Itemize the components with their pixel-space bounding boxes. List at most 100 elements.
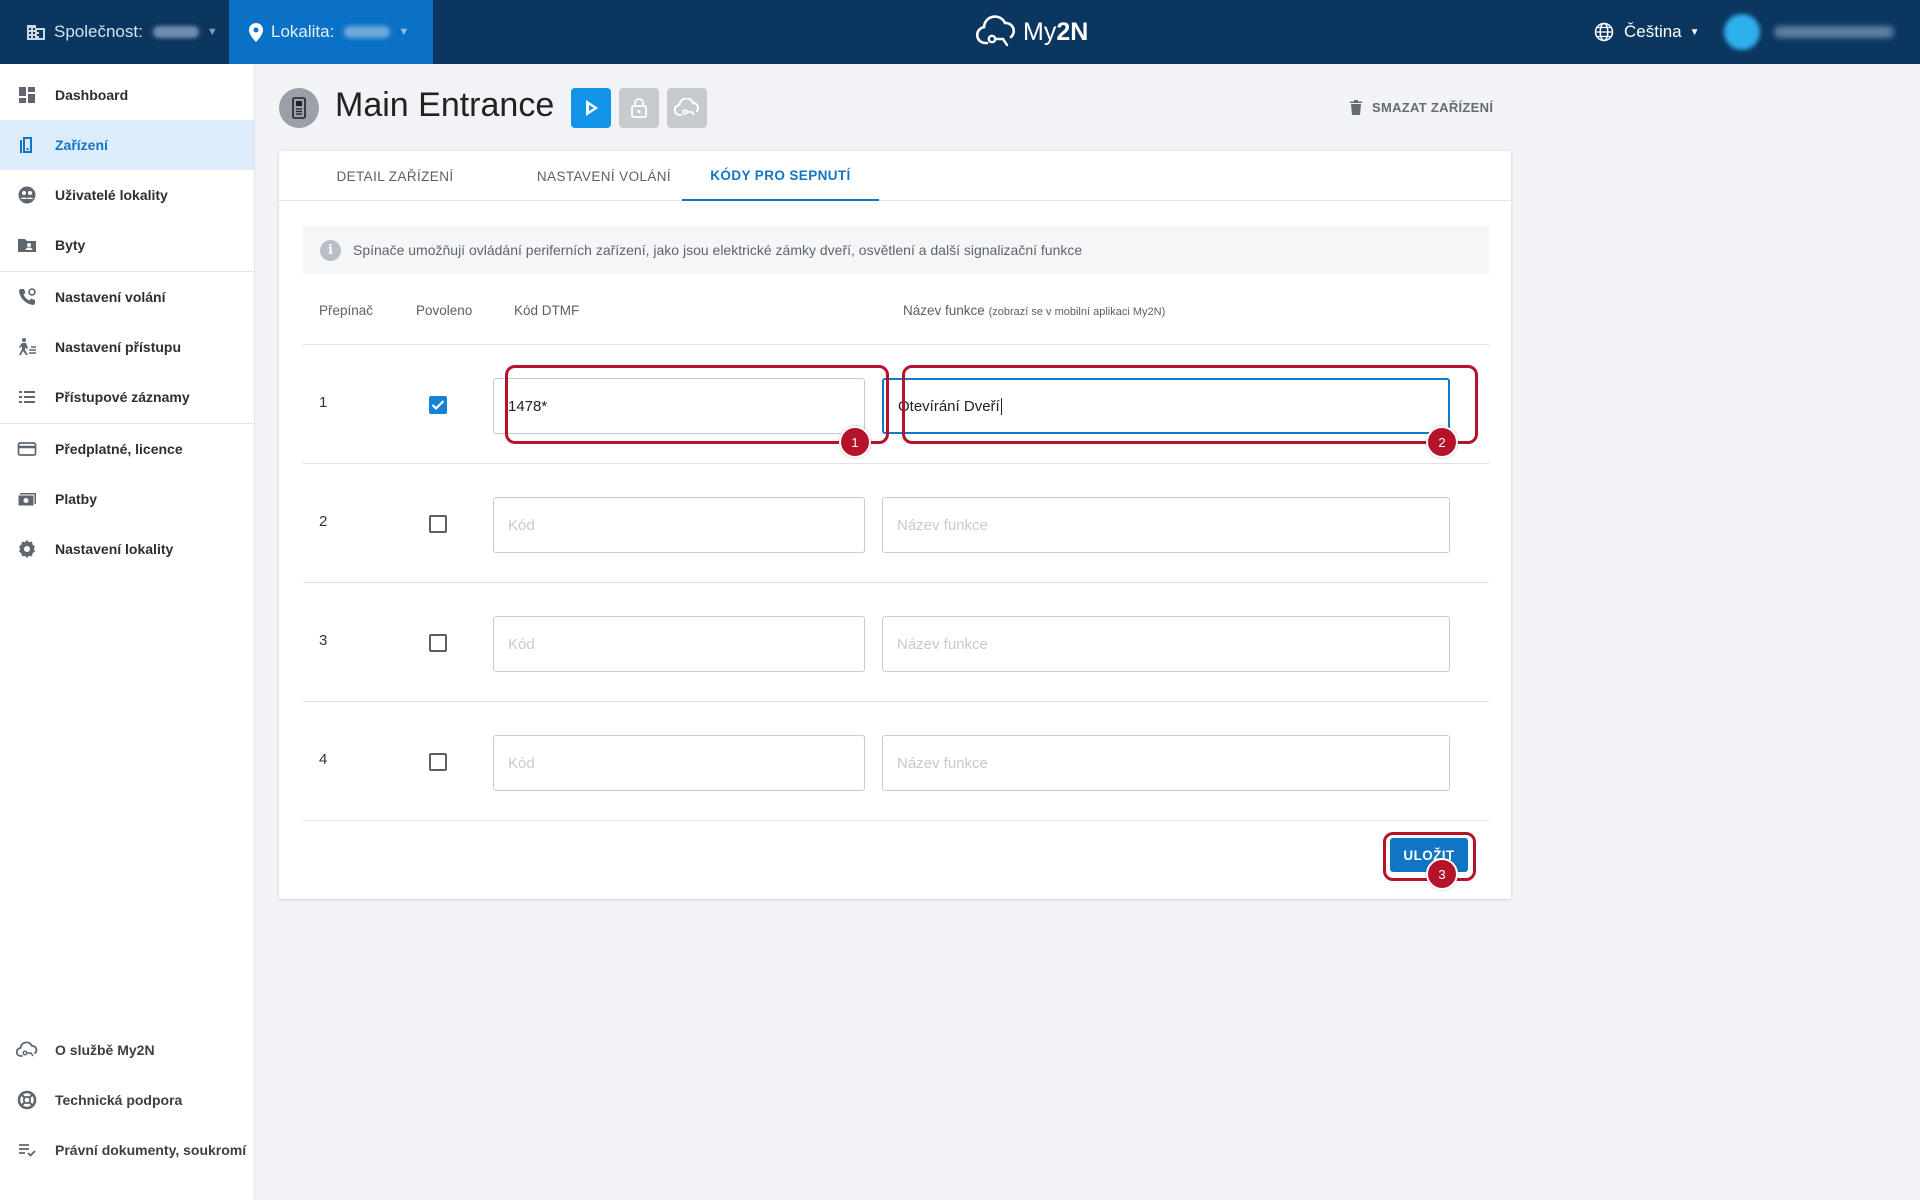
device-web-button[interactable] [571,88,611,128]
cloud-icon [16,1039,38,1061]
step-marker: 2 [1426,426,1458,458]
enabled-checkbox[interactable] [429,753,447,771]
caret-down-icon: ▼ [1689,26,1700,38]
apartments-icon [16,234,38,256]
my2n-logo[interactable]: My 2N [975,13,1088,51]
sidebar-item-devices[interactable]: Zařízení [0,120,254,170]
dtmf-code-input[interactable]: Kód [493,497,865,553]
users-icon [16,184,38,206]
highlight-frame-code [505,365,889,444]
tab-label: DETAIL ZAŘÍZENÍ [336,168,454,184]
step-marker: 3 [1426,858,1458,890]
tab-call-settings[interactable]: NASTAVENÍ VOLÁNÍ [511,151,697,201]
dtmf-code-placeholder: Kód [508,754,535,772]
location-pin-icon [249,22,263,42]
dashboard-icon [16,84,38,106]
lock-icon [631,98,647,118]
enabled-checkbox[interactable] [429,396,447,414]
dtmf-code-placeholder: Kód [508,516,535,534]
dtmf-code-input[interactable]: Kód [493,735,865,791]
locality-selector[interactable]: Lokalita: ▼ [229,0,433,64]
tab-bar: DETAIL ZAŘÍZENÍ NASTAVENÍ VOLÁNÍ KÓDY PR… [279,151,1511,201]
row-number: 3 [319,632,328,649]
support-icon [16,1089,38,1111]
sidebar-item-legal[interactable]: Právní dokumenty, soukromí [0,1125,254,1175]
access-log-icon [16,386,38,408]
function-name-placeholder: Název funkce [897,635,988,653]
building-icon [27,25,45,40]
sidebar-item-users[interactable]: Uživatelé lokality [0,170,254,220]
company-selector[interactable]: Společnost: ▼ [0,0,229,64]
table-row: 2 Kód Název funkce [303,464,1489,583]
sidebar-item-access-log[interactable]: Přístupové záznamy [0,372,254,422]
payments-icon [16,488,38,510]
device-icon [16,134,38,156]
enabled-checkbox[interactable] [429,634,447,652]
subscription-icon [16,438,38,460]
highlight-frame-name [902,365,1478,444]
sidebar-item-label: Zařízení [55,137,108,153]
globe-icon [1594,22,1614,42]
info-text: Spínače umožňují ovládání periferních za… [353,242,1083,258]
sidebar-item-label: Právní dokumenty, soukromí [55,1142,247,1158]
sidebar-item-label: Nastavení volání [55,289,166,305]
sidebar-item-label: Nastavení lokality [55,541,174,557]
gear-icon [16,538,38,560]
cloud-connect-button[interactable] [667,88,707,128]
column-header-name-label: Název funkce [903,303,985,318]
play-icon [586,100,598,116]
sidebar-item-subscription[interactable]: Předplatné, licence [0,424,254,474]
checkmark-icon [431,400,445,411]
column-header-name-note: (zobrazí se v mobilní aplikaci My2N) [988,306,1166,318]
call-settings-icon [16,286,38,308]
locality-label: Lokalita: [271,22,335,41]
sidebar-item-support[interactable]: Technická podpora [0,1075,254,1125]
dtmf-code-input[interactable]: Kód [493,616,865,672]
column-header-name: Název funkce (zobrazí se v mobilní aplik… [903,303,1165,318]
logo-text-bold: 2N [1056,17,1089,46]
column-header-switch: Přepínač [319,303,374,318]
delete-device-label: SMAZAT ZAŘÍZENÍ [1372,100,1494,115]
tab-label: KÓDY PRO SEPNUTÍ [710,167,851,183]
info-icon: i [320,239,341,261]
row-number: 2 [319,513,328,530]
function-name-input[interactable]: Název funkce [882,616,1450,672]
top-bar: Společnost: ▼ Lokalita: ▼ My 2N Čeština ▼ [0,0,1920,64]
language-label: Čeština [1624,22,1682,41]
sidebar-item-about[interactable]: O službě My2N [0,1025,254,1075]
delete-device-button[interactable]: SMAZAT ZAŘÍZENÍ [1350,100,1493,115]
sidebar-item-apartments[interactable]: Byty [0,220,254,270]
sidebar-item-label: Předplatné, licence [55,441,183,457]
sidebar-item-access-settings[interactable]: Nastavení přístupu [0,322,254,372]
sidebar-item-dashboard[interactable]: Dashboard [0,70,254,120]
tab-label: NASTAVENÍ VOLÁNÍ [536,168,672,184]
sidebar-item-call-settings[interactable]: Nastavení volání [0,272,254,322]
column-header-code: Kód DTMF [514,303,580,318]
user-menu[interactable] [1724,0,1894,64]
tab-switch-codes[interactable]: KÓDY PRO SEPNUTÍ [682,151,879,201]
cloud-logo-icon [975,15,1016,47]
column-header-enabled: Povoleno [416,303,473,318]
legal-icon [16,1139,38,1161]
sidebar: Dashboard Zařízení Uživatelé lokality By… [0,64,255,1200]
lock-button[interactable] [619,88,659,128]
sidebar-item-label: Přístupové záznamy [55,389,190,405]
trash-icon [1350,100,1362,115]
chevron-down-icon: ▼ [398,26,410,38]
enabled-checkbox[interactable] [429,515,447,533]
function-name-input[interactable]: Název funkce [882,497,1450,553]
tab-device-detail[interactable]: DETAIL ZAŘÍZENÍ [279,151,511,201]
sidebar-item-label: Uživatelé lokality [55,187,168,203]
switch-codes-card: DETAIL ZAŘÍZENÍ NASTAVENÍ VOLÁNÍ KÓDY PR… [279,151,1511,899]
function-name-input[interactable]: Název funkce [882,735,1450,791]
sidebar-item-label: Technická podpora [55,1092,183,1108]
company-value-redacted [152,26,199,38]
cloud-icon [674,98,699,116]
logo-text: My [1023,17,1057,46]
sidebar-item-payments[interactable]: Platby [0,474,254,524]
language-selector[interactable]: Čeština ▼ [1594,0,1700,64]
company-label: Společnost: [54,22,143,41]
sidebar-item-label: Byty [55,237,86,253]
sidebar-item-locality-settings[interactable]: Nastavení lokality [0,524,254,574]
table-row: 3 Kód Název funkce [303,583,1489,702]
